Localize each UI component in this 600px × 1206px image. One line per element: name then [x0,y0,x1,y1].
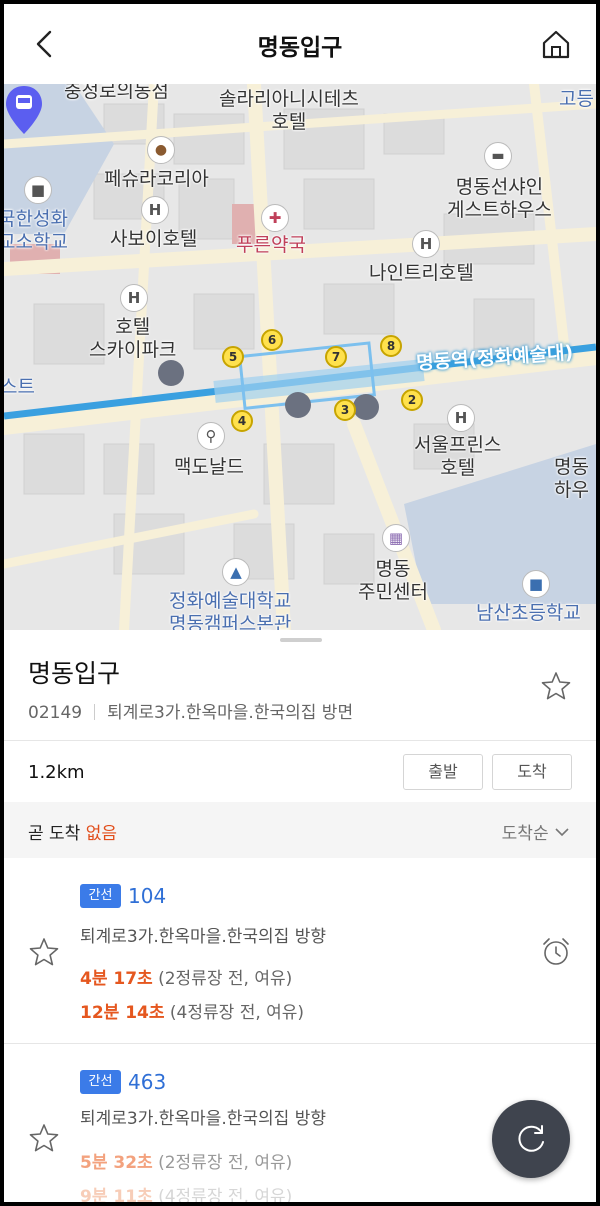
map-label: 충정로의동점 [64,84,169,102]
favorite-star-icon[interactable] [28,936,60,968]
route-type-badge: 간선 [80,884,121,908]
map-label: 명동선샤인 게스트하우스 [447,176,552,221]
drag-handle[interactable] [280,638,322,642]
exit-badge: 8 [380,335,402,357]
divider [4,740,596,741]
home-icon[interactable] [538,26,574,62]
map-label: 명동 주민센터 [358,558,428,603]
school-icon: ■ [24,176,52,204]
map-label: 국한성화 교소학교 [4,208,68,253]
map-label: 맥도날드 [174,456,244,478]
exit-badge: 6 [261,329,283,351]
exit-badge: 3 [334,399,356,421]
hotel-icon: H [120,284,148,312]
refresh-icon [518,1125,544,1152]
arrive-button[interactable]: 도착 [492,754,572,790]
map-label: 사보이호텔 [110,228,198,250]
hotel-icon: H [447,404,475,432]
route-type-badge: 간선 [80,1070,121,1094]
map-label: 고등 [559,88,594,110]
sort-dropdown[interactable]: 도착순 [502,819,570,844]
header: 명동입구 [4,4,596,84]
arrival-info: 5분 32초 (2정류장 전, 여유) [80,1153,293,1173]
school-icon: ■ [522,570,550,598]
bus-stop-icon[interactable] [158,360,184,386]
route-number: 463 [128,1070,167,1094]
map-view[interactable]: 충정로의동점 솔라리아니시테츠 호텔 고등 ● 페슈라코리아 ▬ 명동선샤인 게… [4,84,596,630]
page-title: 명동입구 [257,35,343,61]
distance: 1.2km [28,762,85,783]
arriving-soon-bar: 곧 도착 없음 도착순 [4,802,596,858]
stop-details: 02149 퇴계로3가.한옥마을.한국의집 방면 [28,698,353,723]
shopping-icon: ● [147,136,175,164]
bus-location-pin-icon[interactable] [4,84,44,136]
stop-id: 02149 [28,703,83,723]
stop-name: 명동입구 [28,659,121,688]
bus-stop-icon[interactable] [353,394,379,420]
chevron-down-icon [555,828,569,837]
pharmacy-icon: ✚ [261,204,289,232]
arriving-soon-label: 곧 도착 없음 [28,824,118,844]
route-item[interactable]: 간선 104 퇴계로3가.한옥마을.한국의집 방향 4분 17초 (2정류장 전… [4,858,596,1044]
route-direction: 퇴계로3가.한옥마을.한국의집 방향 [80,927,326,947]
map-label: 호텔 스카이파크 [89,316,177,361]
university-icon: ▲ [222,558,250,586]
hotel-icon: H [141,196,169,224]
divider [94,704,96,720]
map-label: 페슈라코리아 [104,168,209,190]
route-direction: 퇴계로3가.한옥마을.한국의집 방향 [80,1109,326,1129]
map-label: 남산초등학교 [476,602,581,624]
exit-badge: 7 [325,346,347,368]
map-label: 스트 [4,376,35,398]
map-label: 솔라리아니시테츠 호텔 [219,88,359,133]
arriving-soon-value: 없음 [85,824,118,844]
map-label: 명동 하우 [554,456,589,501]
stop-direction: 퇴계로3가.한옥마을.한국의집 방면 [107,703,354,723]
bus-stop-icon[interactable] [285,392,311,418]
map-label: 서울프린스 호텔 [414,434,502,479]
exit-badge: 4 [231,410,253,432]
favorite-star-icon[interactable] [28,1122,60,1154]
restaurant-icon: ⚲ [197,422,225,450]
arrival-info: 4분 17초 (2정류장 전, 여유) [80,969,293,989]
refresh-button[interactable] [492,1100,570,1178]
exit-badge: 2 [401,389,423,411]
exit-badge: 5 [222,346,244,368]
map-label: 정화예술대학교 명동캠퍼스본관 [169,590,292,630]
route-number: 104 [128,884,167,908]
hotel-icon: H [412,230,440,258]
favorite-star-icon[interactable] [540,670,572,702]
bed-icon: ▬ [484,142,512,170]
map-label: 푸른약국 [236,234,306,256]
depart-button[interactable]: 출발 [403,754,483,790]
government-building-icon: ▦ [382,524,410,552]
arrival-info: 9분 11초 (4정류장 전, 여유) [80,1187,293,1202]
alarm-clock-icon[interactable] [540,936,572,968]
arrival-info: 12분 14초 (4정류장 전, 여유) [80,1003,305,1023]
map-label: 나인트리호텔 [369,262,474,284]
app-frame: 명동입구 충정로의동점 솔라리아니시테츠 호텔 고등 ● 페슈라코리아 ▬ 명동… [4,4,596,1202]
